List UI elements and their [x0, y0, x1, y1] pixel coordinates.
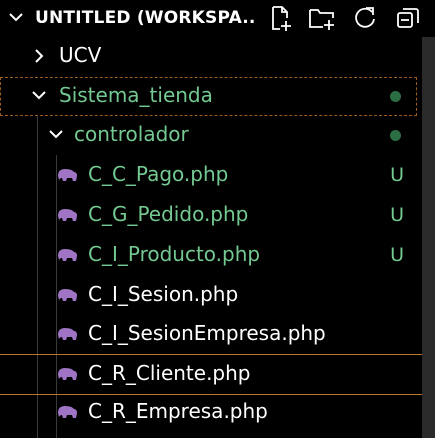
php-elephant-icon — [58, 289, 77, 301]
refresh-icon[interactable] — [351, 4, 379, 32]
php-elephant-icon — [58, 249, 77, 261]
tree-folder-ucv[interactable]: UCV — [0, 37, 422, 75]
file-label: C_I_Producto.php — [88, 242, 261, 266]
explorer-header: UNTITLED (WORKSPA... — [0, 0, 435, 36]
file-label: C_C_Pago.php — [88, 162, 229, 186]
chevron-down-icon[interactable] — [8, 9, 24, 25]
tree-file[interactable]: C_R_Cliente.php — [0, 355, 422, 393]
php-elephant-icon — [58, 209, 77, 221]
file-label: C_R_Empresa.php — [88, 399, 268, 423]
tree-folder-sistema-tienda[interactable]: Sistema_tienda — [0, 77, 422, 115]
collapse-all-icon[interactable] — [394, 4, 422, 32]
git-status-badge: U — [390, 244, 404, 266]
tree-file[interactable]: C_R_Empresa.php — [0, 393, 422, 431]
new-folder-icon[interactable] — [308, 4, 336, 32]
git-status-badge: U — [390, 204, 404, 226]
file-label: C_I_SesionEmpresa.php — [88, 321, 326, 345]
tree-file[interactable]: C_I_SesionEmpresa.php — [0, 315, 422, 353]
folder-label: controlador — [74, 122, 189, 146]
new-file-icon[interactable] — [266, 4, 294, 32]
file-label: C_I_Sesion.php — [88, 282, 239, 306]
git-modified-dot — [390, 91, 401, 102]
tree-file[interactable]: C_G_Pedido.php U — [0, 196, 422, 234]
git-modified-dot — [390, 130, 401, 141]
folder-label: UCV — [59, 43, 102, 67]
chevron-right-icon[interactable] — [32, 47, 46, 65]
php-elephant-icon — [58, 368, 77, 380]
tree-file[interactable]: C_I_Producto.php U — [0, 236, 422, 274]
php-elephant-icon — [58, 406, 77, 418]
php-elephant-icon — [58, 328, 77, 340]
php-elephant-icon — [58, 169, 77, 181]
tree-file[interactable]: C_C_Pago.php U — [0, 156, 422, 194]
scrollbar[interactable] — [422, 37, 435, 438]
file-label: C_R_Cliente.php — [88, 361, 251, 385]
tree-file[interactable]: C_I_Sesion.php — [0, 276, 422, 314]
chevron-down-icon[interactable] — [30, 87, 48, 103]
workspace-title[interactable]: UNTITLED (WORKSPA... — [35, 8, 257, 28]
tree-folder-controlador[interactable]: controlador — [0, 116, 422, 154]
chevron-down-icon[interactable] — [47, 126, 65, 142]
git-status-badge: U — [390, 164, 404, 186]
folder-label: Sistema_tienda — [59, 83, 213, 107]
file-label: C_G_Pedido.php — [88, 202, 249, 226]
